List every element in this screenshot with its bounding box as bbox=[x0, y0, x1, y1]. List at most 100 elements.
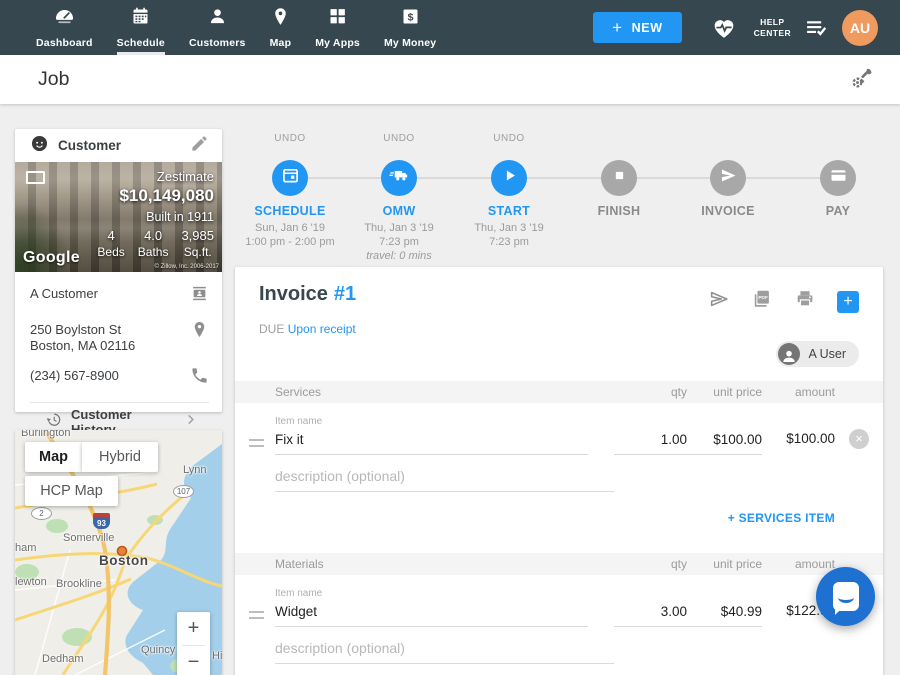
start-step-button[interactable] bbox=[491, 160, 527, 196]
item-name-label: Item name bbox=[275, 416, 883, 427]
zoom-out-button[interactable]: − bbox=[177, 646, 210, 675]
invoice-number[interactable]: #1 bbox=[334, 283, 356, 305]
edit-pencil-icon[interactable] bbox=[190, 134, 209, 158]
calendar-icon bbox=[280, 165, 301, 191]
credit-card-icon-button[interactable] bbox=[820, 160, 856, 196]
top-nav: Dashboard Schedule Customers Map My Apps… bbox=[0, 0, 900, 55]
drag-handle-icon[interactable] bbox=[249, 611, 264, 619]
add-services-item-link[interactable]: + SERVICES ITEM bbox=[728, 511, 835, 525]
i93-shield: 93 bbox=[93, 513, 110, 529]
money-icon: $ bbox=[400, 6, 421, 32]
job-settings-icon[interactable] bbox=[847, 66, 874, 93]
nav-label-customers: Customers bbox=[189, 37, 246, 49]
assignee-avatar-icon bbox=[778, 343, 800, 365]
map-type-hybrid-button[interactable]: Hybrid bbox=[82, 442, 158, 472]
map-place-newton: lewton bbox=[15, 576, 47, 588]
material-name-input[interactable] bbox=[275, 600, 588, 627]
phone-icon[interactable] bbox=[190, 366, 209, 390]
property-stats: 4Beds 4.0Baths 3,985Sq.ft. bbox=[97, 228, 214, 259]
tasks-list-icon[interactable] bbox=[804, 15, 829, 40]
nav-label-schedule: Schedule bbox=[117, 37, 165, 49]
schedule-step-date: Sun, Jan 6 '191:00 pm - 2:00 pm bbox=[235, 221, 345, 249]
undo-start-link[interactable]: UNDO bbox=[454, 133, 564, 147]
start-step-label: START bbox=[454, 204, 564, 218]
drag-handle-icon[interactable] bbox=[249, 439, 264, 447]
health-heart-icon[interactable] bbox=[711, 15, 737, 41]
contact-card-icon[interactable] bbox=[190, 284, 209, 308]
baths-value: 4.0 bbox=[138, 228, 169, 243]
start-step-date: Thu, Jan 3 '197:23 pm bbox=[454, 221, 564, 249]
service-name-input[interactable] bbox=[275, 428, 588, 455]
amount-column-header: amount bbox=[762, 557, 835, 571]
nav-item-customers[interactable]: Customers bbox=[177, 0, 258, 55]
material-unit-price-input[interactable] bbox=[687, 600, 762, 627]
invoice-step-label: INVOICE bbox=[673, 204, 783, 218]
help-center-link[interactable]: HELP CENTER bbox=[754, 17, 791, 38]
address-line1: 250 Boylston St bbox=[30, 322, 121, 337]
add-invoice-item-button[interactable]: + bbox=[837, 291, 859, 313]
help-center-line2: CENTER bbox=[754, 28, 791, 39]
map-place-somerville: Somerville bbox=[63, 532, 114, 544]
new-button[interactable]: + NEW bbox=[593, 12, 682, 43]
nav-item-dashboard[interactable]: Dashboard bbox=[24, 0, 105, 55]
streetview-frame-icon[interactable] bbox=[26, 171, 45, 184]
unit-price-column-header: unit price bbox=[687, 385, 762, 399]
property-photo[interactable]: Zestimate $10,149,080 Built in 1911 4Bed… bbox=[15, 162, 222, 272]
user-avatar[interactable]: AU bbox=[842, 10, 878, 46]
location-pin-icon[interactable] bbox=[190, 320, 209, 344]
map-place-waltham: ham bbox=[15, 542, 36, 554]
hcp-map-button[interactable]: HCP Map bbox=[25, 476, 118, 506]
page-title: Job bbox=[38, 68, 69, 91]
undo-spacer bbox=[783, 133, 893, 147]
send-icon bbox=[718, 165, 739, 191]
route-107-shield: 107 bbox=[173, 485, 194, 498]
service-description-input[interactable] bbox=[275, 464, 614, 492]
services-section-header: Services qty unit price amount bbox=[235, 381, 883, 403]
invoice-actions: PDF + bbox=[708, 283, 859, 315]
google-logo: Google bbox=[23, 249, 80, 267]
nav-items: Dashboard Schedule Customers Map My Apps… bbox=[0, 0, 448, 55]
app-viewport: Dashboard Schedule Customers Map My Apps… bbox=[0, 0, 900, 675]
omw-step-button[interactable] bbox=[381, 160, 417, 196]
timeline-step-pay: PAY bbox=[783, 133, 893, 218]
map-pin-icon bbox=[270, 6, 291, 32]
due-terms-link[interactable]: Upon receipt bbox=[288, 322, 356, 336]
send-invoice-icon[interactable] bbox=[708, 288, 730, 315]
item-name-label: Item name bbox=[275, 588, 883, 599]
map-widget[interactable]: Burlington Lynn Somerville ham Boston le… bbox=[15, 430, 222, 675]
nav-item-my-money[interactable]: $ My Money bbox=[372, 0, 448, 55]
schedule-step-button[interactable] bbox=[272, 160, 308, 196]
pdf-icon[interactable]: PDF bbox=[751, 288, 773, 315]
chat-launcher-button[interactable] bbox=[816, 567, 875, 626]
timeline-step-finish: FINISH bbox=[564, 133, 674, 218]
service-unit-price-input[interactable] bbox=[687, 428, 762, 455]
customer-face-icon bbox=[30, 134, 49, 158]
customer-details: A Customer 250 Boylston St Boston, MA 02… bbox=[15, 272, 222, 441]
customer-phone-row: (234) 567-8900 bbox=[30, 366, 209, 390]
zestimate-label: Zestimate bbox=[97, 169, 214, 184]
print-icon[interactable] bbox=[794, 288, 816, 315]
nav-label-dashboard: Dashboard bbox=[36, 37, 93, 49]
avatar-initials: AU bbox=[850, 20, 870, 36]
omw-step-label: OMW bbox=[344, 204, 454, 218]
undo-schedule-link[interactable]: UNDO bbox=[235, 133, 345, 147]
map-type-map-button[interactable]: Map bbox=[25, 442, 82, 472]
material-description-input[interactable] bbox=[275, 636, 614, 664]
nav-item-my-apps[interactable]: My Apps bbox=[303, 0, 372, 55]
truck-icon bbox=[389, 165, 410, 191]
dashboard-icon bbox=[54, 6, 75, 32]
invoice-step-button[interactable] bbox=[710, 160, 746, 196]
remove-service-item-button[interactable]: × bbox=[849, 429, 869, 449]
nav-item-schedule[interactable]: Schedule bbox=[105, 0, 177, 55]
service-qty-input[interactable] bbox=[614, 428, 687, 455]
finish-step-button[interactable] bbox=[601, 160, 637, 196]
undo-omw-link[interactable]: UNDO bbox=[344, 133, 454, 147]
assignee-chip[interactable]: A User bbox=[776, 341, 859, 367]
undo-spacer bbox=[673, 133, 783, 147]
material-qty-input[interactable] bbox=[614, 600, 687, 627]
customer-address: 250 Boylston St Boston, MA 02116 bbox=[30, 320, 190, 354]
plus-icon: + bbox=[612, 19, 623, 36]
stop-icon bbox=[609, 165, 630, 191]
zoom-in-button[interactable]: + bbox=[177, 612, 210, 645]
nav-item-map[interactable]: Map bbox=[258, 0, 304, 55]
